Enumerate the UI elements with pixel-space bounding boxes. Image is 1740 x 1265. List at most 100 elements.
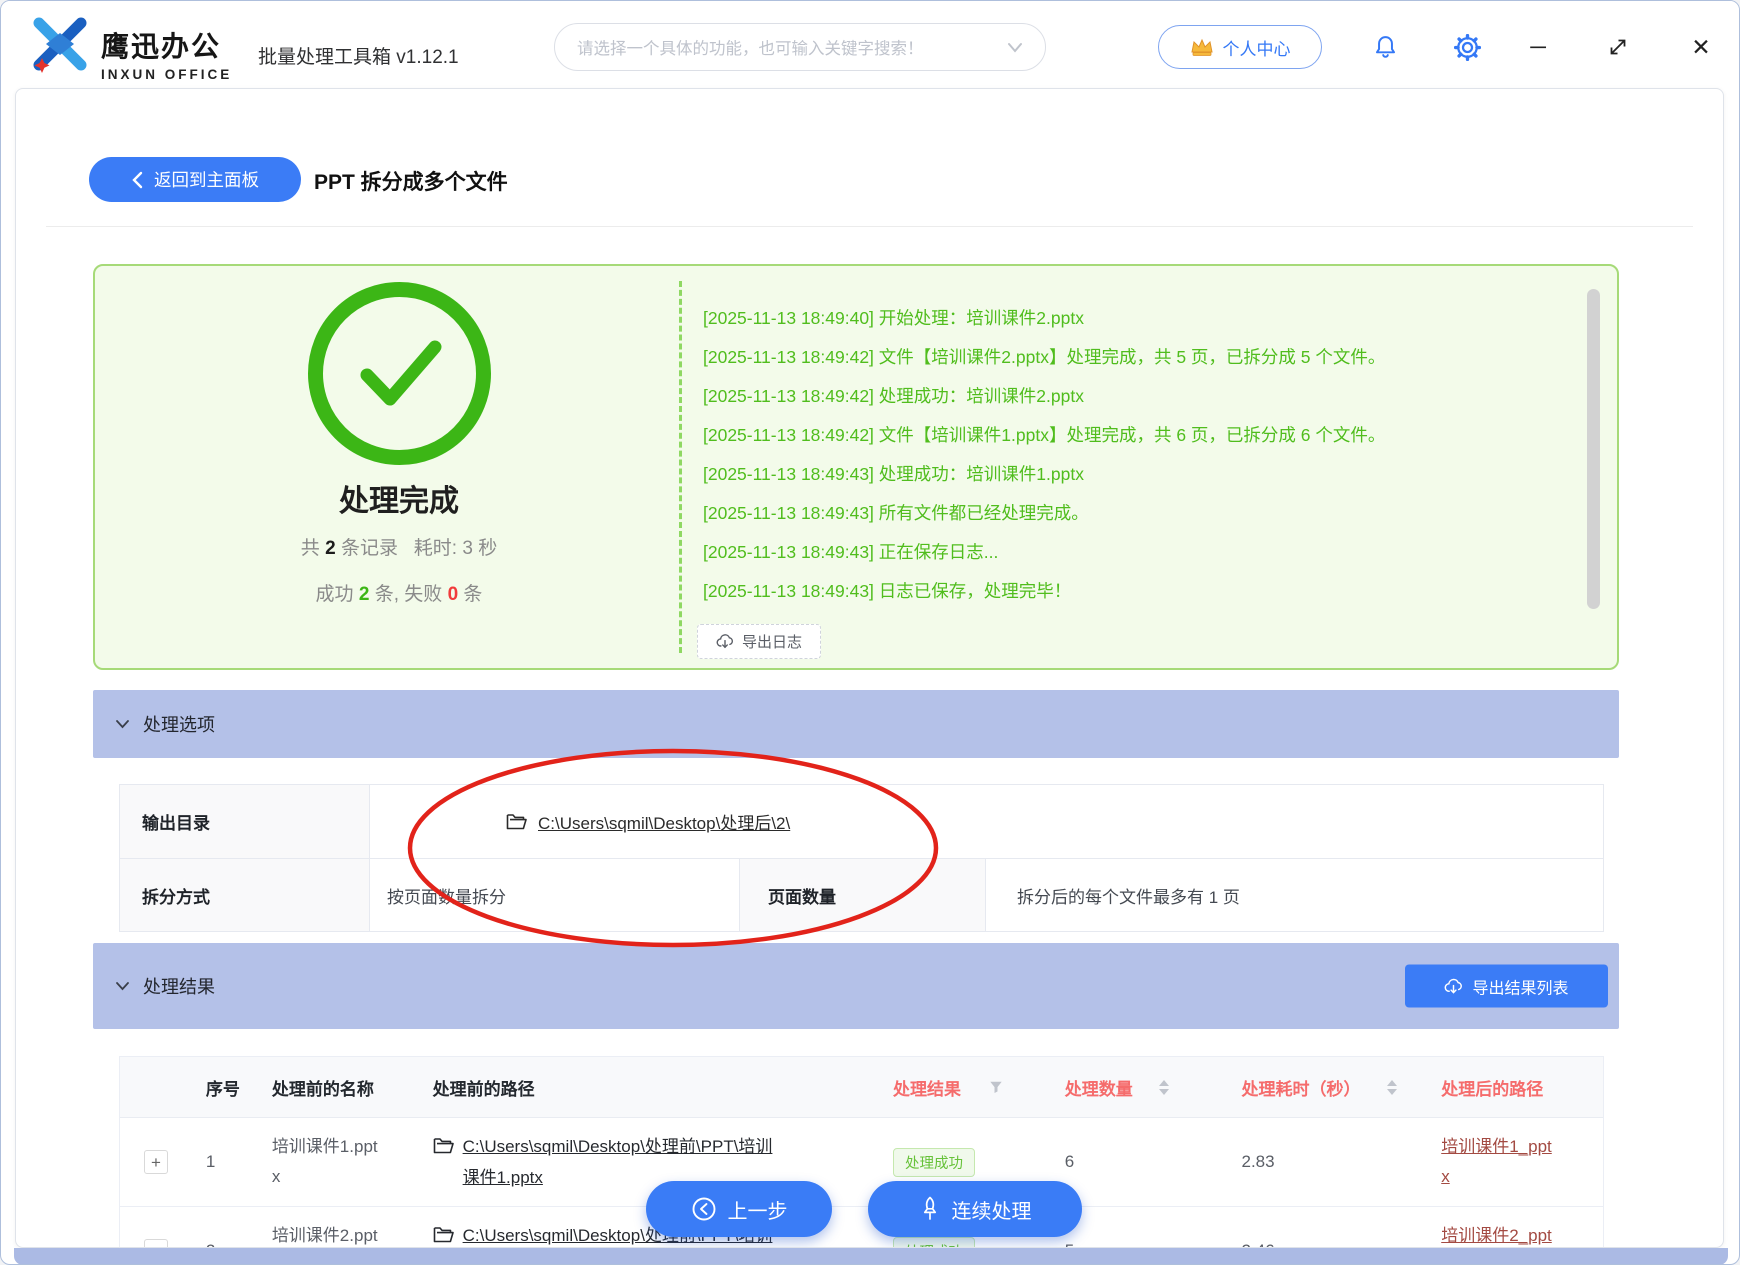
record-count: 2 [325, 538, 336, 559]
log-line: [2025-11-13 18:49:43] 处理成功：培训课件1.pptx [703, 464, 1084, 484]
minimize-button[interactable]: ─ [1520, 29, 1556, 65]
log-line: [2025-11-13 18:49:43] 所有文件都已经处理完成。 [703, 503, 1089, 523]
titlebar: 鹰迅办公 INXUN OFFICE 批量处理工具箱 v1.12.1 请选择一个具… [1, 1, 1739, 88]
options-section-header[interactable]: 处理选项 [93, 690, 1619, 758]
back-label: 返回到主面板 [154, 170, 259, 190]
row-time: 2.46 [1227, 1241, 1427, 1247]
table-row: + 1 培训课件1.ppt x C:\Users\sqmil\Desktop\处… [120, 1118, 1603, 1207]
close-button[interactable]: ✕ [1683, 29, 1719, 65]
processing-log: [2025-11-13 18:49:40] 开始处理：培训课件2.pptx [2… [679, 281, 1573, 653]
function-search-select[interactable]: 请选择一个具体的功能，也可输入关键字搜索！ [554, 23, 1046, 71]
status-totals: 共 2 条记录 耗时: 3 秒 [300, 538, 498, 559]
output-dir-label: 输出目录 [120, 785, 369, 858]
minimize-icon: ─ [1530, 34, 1546, 59]
status-badge: 处理成功 [892, 1147, 975, 1177]
output-path-link[interactable]: 培训课件1_ppt x [1441, 1137, 1552, 1186]
gear-icon [1453, 33, 1481, 61]
page-count-value: 拆分后的每个文件最多有 1 页 [985, 859, 1603, 931]
success-check-icon [308, 282, 491, 465]
filter-icon[interactable] [989, 1080, 1003, 1094]
status-badge: 处理成功 [892, 1236, 975, 1247]
log-line: [2025-11-13 18:49:42] 文件【培训课件1.pptx】处理完成… [703, 425, 1386, 445]
previous-step-label: 上一步 [727, 1200, 788, 1223]
folder-icon [506, 814, 527, 830]
app-title: 批量处理工具箱 v1.12.1 [258, 47, 459, 68]
log-line: [2025-11-13 18:49:43] 日志已保存，处理完毕！ [703, 581, 1072, 601]
split-mode-value: 按页面数量拆分 [369, 859, 739, 931]
col-out-path: 处理后的路径 [1441, 1079, 1544, 1099]
export-results-button[interactable]: 导出结果列表 [1405, 964, 1608, 1008]
log-line: [2025-11-13 18:49:42] 文件【培训课件2.pptx】处理完成… [703, 347, 1386, 367]
maximize-button[interactable] [1600, 29, 1636, 65]
rocket-icon [923, 1196, 936, 1220]
header-divider [46, 226, 1693, 227]
continue-processing-button[interactable]: 连续处理 [868, 1181, 1082, 1237]
chevron-down-icon [1008, 42, 1022, 53]
col-time: 处理耗时（秒） [1228, 1057, 1428, 1117]
log-line: [2025-11-13 18:49:43] 正在保存日志... [703, 542, 999, 562]
folder-icon [433, 1227, 454, 1243]
brand: 鹰迅办公 INXUN OFFICE [101, 25, 232, 82]
chevron-down-icon [116, 982, 129, 991]
col-result: 处理结果 [879, 1057, 1051, 1117]
settings-button[interactable] [1449, 29, 1485, 65]
results-table-header: 序号 处理前的名称 处理前的路径 处理结果 处理数量 处理耗时（秒） 处理后的路… [120, 1057, 1603, 1118]
export-results-label: 导出结果列表 [1472, 980, 1569, 997]
log-scrollbar[interactable] [1587, 289, 1600, 609]
chevron-left-icon [132, 171, 143, 188]
results-section-header[interactable]: 处理结果 导出结果列表 [93, 943, 1619, 1029]
cloud-download-icon [716, 634, 733, 649]
elapsed-time: 3 秒 [462, 538, 498, 559]
log-line: [2025-11-13 18:49:40] 开始处理：培训课件2.pptx [703, 308, 1084, 328]
brand-name: 鹰迅办公 [101, 31, 222, 62]
col-index: 序号 [205, 1079, 240, 1099]
log-line: [2025-11-13 18:49:42] 处理成功：培训课件2.pptx [703, 386, 1084, 406]
row-count: 6 [1064, 1152, 1075, 1171]
row-time: 2.83 [1241, 1152, 1275, 1171]
col-name: 处理前的名称 [271, 1079, 374, 1099]
table-row: + 2 培训课件2.ppt x C:\Users\sqmil\Desktop\处… [120, 1207, 1603, 1247]
split-mode-label: 拆分方式 [120, 859, 369, 931]
main-panel: 返回到主面板 PPT 拆分成多个文件 处理完成 共 2 条记录 耗时: 3 秒 … [15, 88, 1724, 1248]
row-source-name: 培训课件2.ppt x [271, 1226, 378, 1245]
export-log-button[interactable]: 导出日志 [697, 624, 821, 659]
close-icon: ✕ [1691, 33, 1711, 60]
user-center-button[interactable]: 个人中心 [1158, 25, 1322, 69]
expand-row-button[interactable]: + [143, 1150, 168, 1174]
bottom-scrollbar[interactable] [14, 1248, 1728, 1264]
results-header-label: 处理结果 [143, 977, 215, 997]
option-row-split: 拆分方式 按页面数量拆分 页面数量 拆分后的每个文件最多有 1 页 [120, 858, 1603, 931]
col-path: 处理前的路径 [432, 1079, 535, 1099]
back-to-dashboard-button[interactable]: 返回到主面板 [89, 157, 301, 202]
sort-icon[interactable] [1158, 1079, 1169, 1095]
output-dir-value: C:\Users\sqmil\Desktop\处理后\2\ [369, 785, 1603, 858]
previous-step-button[interactable]: 上一步 [646, 1181, 832, 1237]
page-title: PPT 拆分成多个文件 [314, 171, 508, 194]
col-count: 处理数量 [1051, 1057, 1228, 1117]
search-placeholder: 请选择一个具体的功能，也可输入关键字搜索！ [577, 40, 924, 58]
expand-icon [1610, 39, 1626, 55]
bell-icon [1375, 36, 1395, 58]
success-count: 2 [358, 584, 370, 605]
output-dir-link[interactable]: C:\Users\sqmil\Desktop\处理后\2\ [538, 809, 790, 834]
sort-icon[interactable] [1386, 1079, 1397, 1095]
results-table: 序号 处理前的名称 处理前的路径 处理结果 处理数量 处理耗时（秒） 处理后的路… [119, 1056, 1604, 1247]
continue-processing-label: 连续处理 [951, 1200, 1032, 1223]
notifications-button[interactable] [1367, 29, 1403, 65]
row-index: 1 [205, 1152, 216, 1171]
app-window: 鹰迅办公 INXUN OFFICE 批量处理工具箱 v1.12.1 请选择一个具… [0, 0, 1740, 1265]
circle-back-icon [692, 1197, 715, 1221]
output-path-link[interactable]: 培训课件2_ppt x [1441, 1226, 1552, 1247]
brand-subtitle: INXUN OFFICE [101, 67, 233, 82]
expand-row-button[interactable]: + [143, 1239, 168, 1247]
option-row-output-dir: 输出目录 C:\Users\sqmil\Desktop\处理后\2\ [120, 785, 1603, 858]
options-table: 输出目录 C:\Users\sqmil\Desktop\处理后\2\ 拆分方式 … [119, 784, 1604, 932]
cloud-download-icon [1445, 978, 1463, 994]
app-logo-icon [33, 17, 87, 73]
crown-icon [1190, 38, 1213, 56]
export-log-label: 导出日志 [741, 634, 802, 651]
options-header-label: 处理选项 [143, 715, 215, 735]
row-source-name: 培训课件1.ppt x [271, 1137, 378, 1186]
fail-count: 0 [447, 584, 459, 605]
status-success-fail: 成功 2 条, 失败 0 条 [315, 584, 483, 605]
